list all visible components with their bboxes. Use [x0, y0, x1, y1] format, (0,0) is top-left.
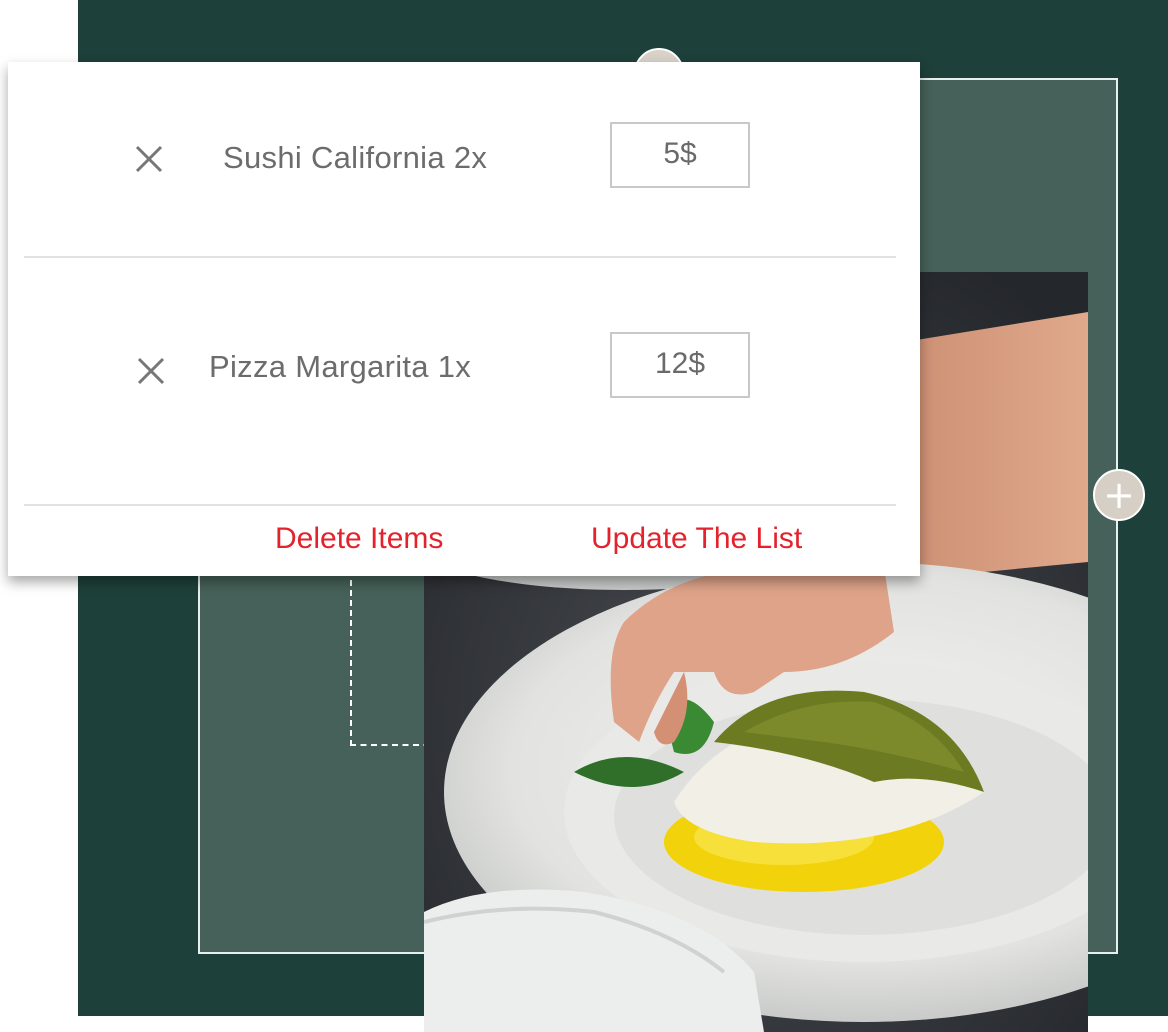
list-item: Pizza Margarita 1x 12$	[8, 258, 920, 504]
delete-items-button[interactable]: Delete Items	[275, 522, 443, 556]
divider	[24, 504, 896, 506]
close-icon[interactable]	[135, 145, 163, 173]
plus-icon: +	[1103, 473, 1135, 517]
item-price: 12$	[610, 332, 750, 398]
close-icon[interactable]	[137, 357, 165, 385]
item-price: 5$	[610, 122, 750, 188]
cart-popup: Sushi California 2x 5$ Pizza Margarita 1…	[8, 62, 920, 576]
item-name: Pizza Margarita 1x	[209, 349, 472, 384]
list-item: Sushi California 2x 5$	[8, 62, 920, 257]
add-handle-button[interactable]: +	[1093, 469, 1145, 521]
update-list-button[interactable]: Update The List	[591, 522, 802, 556]
item-name: Sushi California 2x	[223, 140, 488, 175]
